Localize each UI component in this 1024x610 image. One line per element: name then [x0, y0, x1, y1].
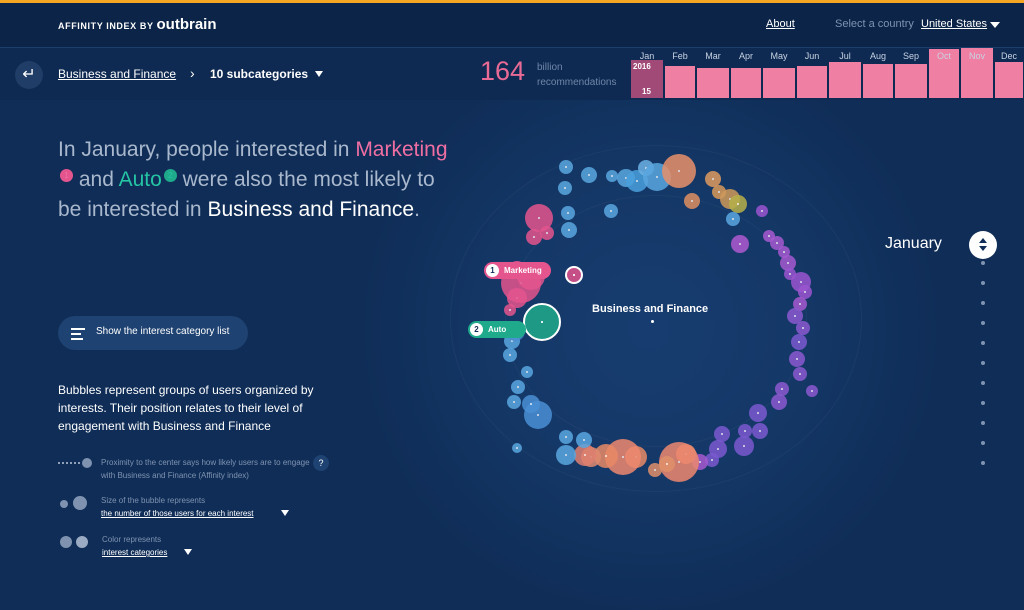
interest-bubble[interactable] — [507, 395, 521, 409]
timeline-dot[interactable] — [981, 361, 985, 365]
interest-bubble[interactable] — [789, 351, 805, 367]
callout-auto[interactable]: 2 Auto — [468, 321, 526, 338]
interest-bubble[interactable] — [526, 229, 542, 245]
timeline-dot[interactable] — [981, 261, 985, 265]
interest-bubble[interactable] — [648, 463, 662, 477]
interest-bubble[interactable] — [806, 385, 818, 397]
interest-bubble[interactable] — [604, 204, 618, 218]
interest-bubble[interactable] — [731, 235, 749, 253]
interest-bubble[interactable] — [756, 205, 768, 217]
interest-bubble[interactable] — [729, 195, 747, 213]
interest-bubble[interactable] — [576, 432, 592, 448]
interest-bubble[interactable] — [791, 334, 807, 350]
interest-bubble[interactable] — [749, 404, 767, 422]
interest-bubble[interactable] — [556, 445, 576, 465]
chevron-up-icon — [979, 238, 987, 243]
callout-auto-number: 2 — [470, 323, 483, 336]
interest-bubble[interactable] — [521, 366, 533, 378]
interest-bubble[interactable] — [558, 181, 572, 195]
interest-bubble[interactable] — [540, 226, 554, 240]
current-month: January — [885, 235, 942, 252]
timeline-dot[interactable] — [981, 281, 985, 285]
bubble-chart — [0, 0, 1024, 576]
interest-bubble[interactable] — [561, 206, 575, 220]
callout-marketing-name: Marketing — [504, 266, 542, 275]
interest-bubble[interactable] — [793, 367, 807, 381]
interest-bubble[interactable] — [684, 193, 700, 209]
callout-marketing-number: 1 — [486, 264, 499, 277]
interest-bubble[interactable] — [561, 222, 577, 238]
timeline-dot[interactable] — [981, 441, 985, 445]
chevron-down-icon — [979, 246, 987, 251]
interest-bubble[interactable] — [503, 348, 517, 362]
timeline-dot[interactable] — [981, 301, 985, 305]
highlighted-bubble-outline — [523, 303, 561, 341]
interest-bubble[interactable] — [726, 212, 740, 226]
month-navigator-button[interactable] — [969, 231, 997, 259]
center-category-label: Business and Finance — [592, 303, 709, 315]
timeline-dot[interactable] — [981, 421, 985, 425]
callout-marketing[interactable]: 1 Marketing — [484, 262, 551, 279]
interest-bubble[interactable] — [559, 160, 573, 174]
interest-bubble[interactable] — [512, 443, 522, 453]
highlighted-bubble-outline — [565, 266, 583, 284]
interest-bubble[interactable] — [522, 395, 540, 413]
callout-auto-name: Auto — [488, 325, 507, 334]
interest-bubble[interactable] — [796, 321, 810, 335]
interest-bubble[interactable] — [771, 394, 787, 410]
timeline-dot[interactable] — [981, 321, 985, 325]
interest-bubble[interactable] — [662, 154, 696, 188]
interest-bubble[interactable] — [734, 436, 754, 456]
center-dot — [651, 320, 654, 323]
interest-bubble[interactable] — [511, 380, 525, 394]
timeline-dot[interactable] — [981, 401, 985, 405]
timeline-dot[interactable] — [981, 461, 985, 465]
interest-bubble[interactable] — [559, 430, 573, 444]
timeline-dot[interactable] — [981, 341, 985, 345]
interest-bubble[interactable] — [581, 167, 597, 183]
timeline-dot[interactable] — [981, 381, 985, 385]
interest-bubble[interactable] — [752, 423, 768, 439]
